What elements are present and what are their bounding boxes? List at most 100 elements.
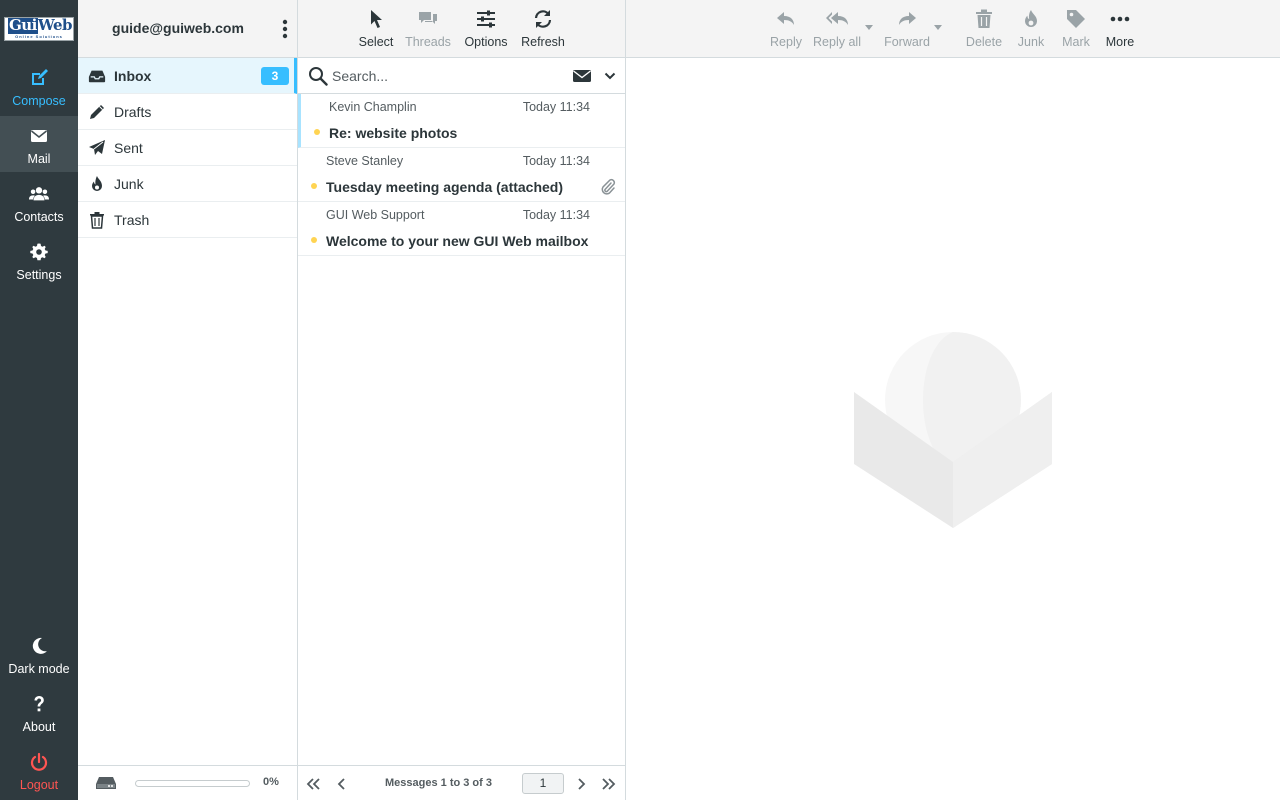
unread-dot <box>314 129 320 135</box>
taskmenu: GuiWeb Online Solutions Compose Mail Con… <box>0 0 78 800</box>
forward-caret-icon[interactable] <box>934 25 942 31</box>
paper-plane-icon <box>89 140 105 155</box>
mark-label: Mark <box>1062 35 1090 49</box>
users-icon <box>29 187 49 201</box>
compose-button[interactable]: Compose <box>0 58 78 114</box>
hard-drive-icon <box>96 777 116 789</box>
message-date: Today 11:34 <box>522 208 590 222</box>
inbox-icon <box>88 70 106 83</box>
trash-icon <box>976 9 992 28</box>
pagination: Messages 1 to 3 of 3 1 <box>298 765 625 800</box>
envelope-filter-icon[interactable] <box>572 68 592 84</box>
folder-inbox-label: Inbox <box>114 68 152 84</box>
last-page-icon[interactable] <box>601 776 617 792</box>
dark-mode-button[interactable]: Dark mode <box>0 626 78 682</box>
refresh-button[interactable]: Refresh <box>518 0 568 57</box>
junk-label: Junk <box>1017 35 1045 49</box>
next-page-icon[interactable] <box>573 776 589 792</box>
message-row[interactable]: Steve Stanley Today 11:34 Tuesday meetin… <box>298 148 625 202</box>
folder-sent-label: Sent <box>114 140 143 156</box>
folder-sent[interactable]: Sent <box>78 130 297 166</box>
mail-label: Mail <box>27 152 51 166</box>
page-number-input[interactable]: 1 <box>522 773 564 794</box>
message-from: Kevin Champlin <box>329 100 417 114</box>
first-page-icon[interactable] <box>305 776 321 792</box>
delete-button[interactable]: Delete <box>963 0 1005 57</box>
message-list-toolbar: Select Threads Options Refresh <box>298 0 625 58</box>
message-date: Today 11:34 <box>522 100 590 114</box>
gear-icon <box>30 243 48 261</box>
reply-icon <box>777 12 794 25</box>
search-input[interactable] <box>332 65 552 87</box>
select-button[interactable]: Select <box>355 0 397 57</box>
reply-all-icon <box>826 12 848 25</box>
reply-label: Reply <box>770 35 802 49</box>
search-icon[interactable] <box>308 66 328 86</box>
select-label: Select <box>358 35 394 49</box>
threads-button[interactable]: Threads <box>402 0 454 57</box>
delete-label: Delete <box>965 35 1003 49</box>
message-toolbar: Reply Reply all Forward Delete Junk Mark… <box>626 0 1280 58</box>
about-button[interactable]: About <box>0 684 78 740</box>
message-subject: Welcome to your new GUI Web mailbox <box>326 233 589 249</box>
reply-all-caret-icon[interactable] <box>865 25 873 31</box>
logo: GuiWeb Online Solutions <box>4 17 74 41</box>
options-label: Options <box>464 35 508 49</box>
settings-button[interactable]: Settings <box>0 232 78 288</box>
folder-list-header: guide@guiweb.com <box>78 0 297 58</box>
previous-page-icon[interactable] <box>334 776 350 792</box>
paperclip-icon <box>601 178 616 195</box>
more-label: More <box>1105 35 1135 49</box>
forward-button[interactable]: Forward <box>881 0 933 57</box>
trash-icon <box>90 212 104 229</box>
chevron-down-icon[interactable] <box>604 70 616 82</box>
folder-trash-label: Trash <box>114 212 150 228</box>
message-row[interactable]: GUI Web Support Today 11:34 Welcome to y… <box>298 202 625 256</box>
logo-tagline: Online Solutions <box>15 34 63 39</box>
junk-button[interactable]: Junk <box>1011 0 1051 57</box>
power-icon <box>30 752 48 771</box>
about-label: About <box>22 720 56 734</box>
mark-button[interactable]: Mark <box>1056 0 1096 57</box>
dark-mode-label: Dark mode <box>8 662 70 676</box>
empty-mailbox-watermark-icon <box>854 332 1052 528</box>
folder-junk[interactable]: Junk <box>78 166 297 202</box>
logo-text-a: Gui <box>7 17 38 34</box>
search-bar <box>298 58 625 94</box>
kebab-menu-icon[interactable] <box>278 17 292 41</box>
compose-icon <box>32 69 48 85</box>
logout-button[interactable]: Logout <box>0 742 78 798</box>
tag-icon <box>1067 10 1085 28</box>
refresh-icon <box>534 10 552 28</box>
folder-drafts[interactable]: Drafts <box>78 94 297 130</box>
logout-label: Logout <box>19 778 59 792</box>
reply-all-button[interactable]: Reply all <box>811 0 863 57</box>
forward-icon <box>899 12 916 25</box>
more-button[interactable]: More <box>1101 0 1139 57</box>
folder-drafts-label: Drafts <box>114 104 152 120</box>
folder-list-panel: guide@guiweb.com Inbox 3 Drafts Sent Jun… <box>78 0 298 800</box>
question-icon <box>34 696 44 712</box>
account-email: guide@guiweb.com <box>112 20 244 36</box>
contacts-label: Contacts <box>14 210 64 224</box>
folder-junk-label: Junk <box>114 176 144 192</box>
forward-label: Forward <box>884 35 930 49</box>
folder-inbox[interactable]: Inbox 3 <box>78 58 297 94</box>
reply-button[interactable]: Reply <box>766 0 806 57</box>
quota-percent: 0% <box>263 776 279 788</box>
message-count: Messages 1 to 3 of 3 <box>385 777 492 789</box>
envelope-icon <box>31 130 47 142</box>
options-button[interactable]: Options <box>460 0 512 57</box>
threads-label: Threads <box>405 35 451 49</box>
fire-icon <box>1025 10 1037 27</box>
pointer-icon <box>371 10 382 28</box>
compose-label: Compose <box>12 94 66 108</box>
message-preview-panel: Reply Reply all Forward Delete Junk Mark… <box>626 0 1280 800</box>
mail-button[interactable]: Mail <box>0 116 78 172</box>
message-date: Today 11:34 <box>522 154 590 168</box>
folder-trash[interactable]: Trash <box>78 202 297 238</box>
message-row[interactable]: Kevin Champlin Today 11:34 Re: website p… <box>298 94 625 148</box>
quota-indicator: 0% <box>78 765 297 800</box>
comments-icon <box>419 12 437 24</box>
contacts-button[interactable]: Contacts <box>0 174 78 230</box>
